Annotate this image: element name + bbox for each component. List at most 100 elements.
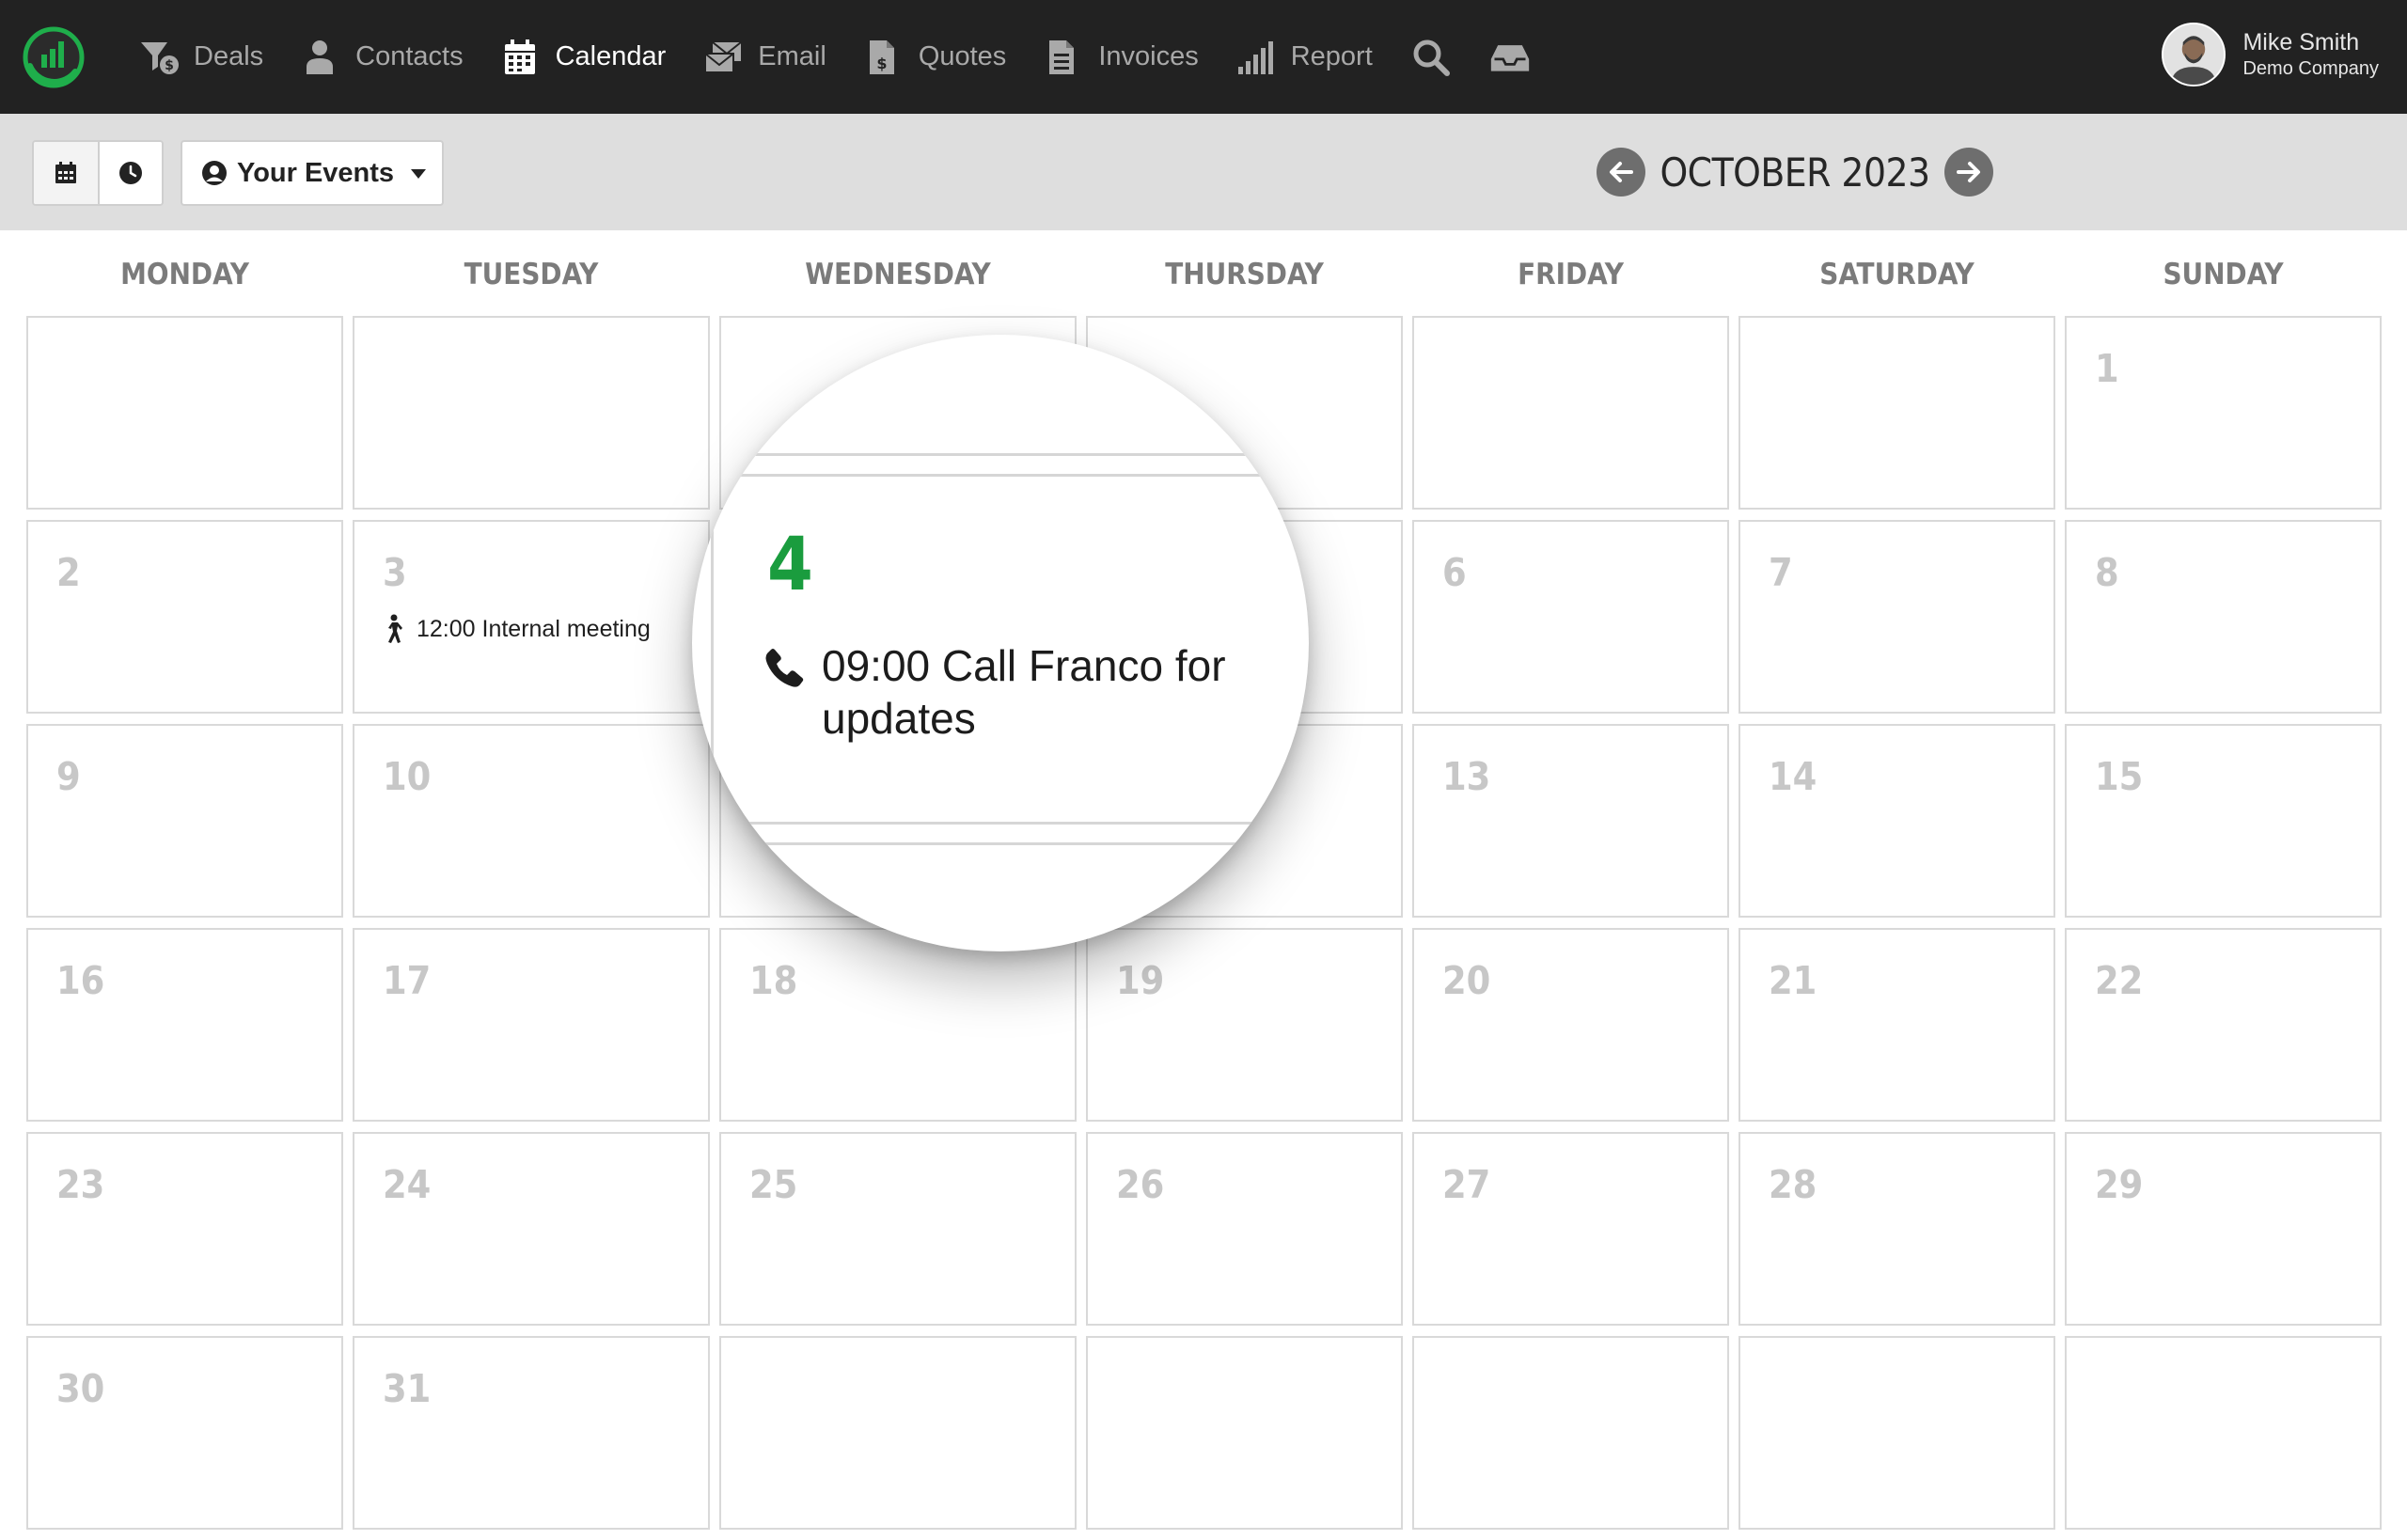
events-filter-dropdown[interactable]: Your Events <box>181 140 444 206</box>
nav-item-report[interactable]: Report <box>1236 39 1373 76</box>
calendar-day-cell[interactable]: 31 <box>353 1336 710 1530</box>
nav-item-invoices[interactable]: Invoices <box>1044 39 1199 76</box>
previous-month-button[interactable] <box>1597 148 1645 196</box>
calendar-day-cell[interactable]: 26 <box>1086 1132 1403 1326</box>
calendar-day-cell[interactable]: 1 <box>2065 316 2382 510</box>
day-number: 2 <box>56 550 81 595</box>
month-title: OCTOBER 2023 <box>1660 149 1930 196</box>
nav-item-contacts[interactable]: Contacts <box>301 39 464 76</box>
main-nav: $ Deals Contacts Calendar Email $ Quotes… <box>139 0 1568 114</box>
inbox-tray-icon <box>1490 44 1529 71</box>
calendar-day-cell[interactable]: 30 <box>26 1336 343 1530</box>
nav-item-quotes[interactable]: $ Quotes <box>864 39 1007 76</box>
nav-item-deals[interactable]: $ Deals <box>139 39 263 76</box>
deals-funnel-icon: $ <box>141 41 179 74</box>
weekday-header: FRIDAY <box>1518 258 1624 291</box>
calendar-day-cell[interactable]: 21 <box>1738 928 2055 1122</box>
calendar-day-cell[interactable] <box>1412 316 1729 510</box>
nav-inbox-button[interactable] <box>1489 37 1531 78</box>
calendar-icon <box>504 39 535 74</box>
user-company: Demo Company <box>2242 58 2379 79</box>
app-logo-icon[interactable] <box>21 24 87 90</box>
calendar-day-cell[interactable]: 6 <box>1412 520 1729 714</box>
day-number: 28 <box>1769 1162 1817 1207</box>
next-month-button[interactable] <box>1944 148 1993 196</box>
calendar-day-cell[interactable]: 10 <box>353 724 710 918</box>
cell-border <box>692 474 1309 477</box>
events-filter-label: Your Events <box>237 157 395 188</box>
search-icon <box>1413 39 1450 76</box>
calendar-day-cell[interactable]: 19 <box>1086 928 1403 1122</box>
calendar-day-cell[interactable]: 7 <box>1738 520 2055 714</box>
bar-chart-icon <box>1237 40 1273 74</box>
calendar-day-cell[interactable] <box>1412 1336 1729 1530</box>
calendar-day-cell[interactable] <box>26 316 343 510</box>
svg-text:$: $ <box>165 58 174 73</box>
calendar-day-cell[interactable]: 17 <box>353 928 710 1122</box>
calendar-day-cell[interactable]: 15 <box>2065 724 2382 918</box>
day-number: 15 <box>2095 754 2144 799</box>
day-number: 1 <box>2095 346 2119 391</box>
calendar-day-cell[interactable] <box>1738 1336 2055 1530</box>
calendar-day-cell[interactable]: 9 <box>26 724 343 918</box>
nav-label: Invoices <box>1098 41 1199 71</box>
cell-border <box>692 842 1309 845</box>
calendar-day-cell[interactable] <box>1086 1336 1403 1530</box>
weekday-header: SUNDAY <box>2163 258 2284 291</box>
day-number: 20 <box>1442 958 1491 1003</box>
day-number: 24 <box>383 1162 432 1207</box>
day-number: 7 <box>1769 550 1793 595</box>
user-menu[interactable]: Mike Smith Demo Company <box>2162 23 2379 86</box>
nav-label: Email <box>758 41 826 71</box>
day-number: 8 <box>2095 550 2119 595</box>
calendar-day-cell[interactable] <box>1738 316 2055 510</box>
calendar-day-cell[interactable]: 16 <box>26 928 343 1122</box>
calendar-day-cell[interactable]: 27 <box>1412 1132 1729 1326</box>
nav-label: Report <box>1290 41 1373 71</box>
nav-item-email[interactable]: Email <box>703 39 826 76</box>
nav-search-button[interactable] <box>1410 37 1452 78</box>
magnified-event-text: 09:00 Call Franco for updates <box>822 641 1226 743</box>
time-view-button[interactable] <box>98 142 162 204</box>
calendar-day-cell[interactable]: 13 <box>1412 724 1729 918</box>
calendar-day-cell[interactable]: 14 <box>1738 724 2055 918</box>
calendar-day-cell[interactable]: 25 <box>719 1132 1077 1326</box>
day-number: 13 <box>1442 754 1491 799</box>
day-number: 30 <box>56 1366 105 1411</box>
day-number: 16 <box>56 958 105 1003</box>
day-number: 31 <box>383 1366 432 1411</box>
nav-label: Quotes <box>918 41 1007 71</box>
walking-person-icon <box>388 614 402 643</box>
calendar-day-cell[interactable]: 20 <box>1412 928 1729 1122</box>
day-number: 21 <box>1769 958 1817 1003</box>
cell-border <box>692 822 1309 825</box>
nav-item-calendar[interactable]: Calendar <box>501 39 666 76</box>
day-number: 22 <box>2095 958 2144 1003</box>
day-number: 10 <box>383 754 432 799</box>
calendar-day-cell[interactable]: 28 <box>1738 1132 2055 1326</box>
calendar-day-cell[interactable]: 23 <box>26 1132 343 1326</box>
calendar-toolbar: Your Events OCTOBER 2023 <box>0 114 2407 230</box>
day-number: 14 <box>1769 754 1817 799</box>
month-navigation: OCTOBER 2023 <box>1597 146 1993 198</box>
email-icon <box>704 40 742 73</box>
user-name: Mike Smith <box>2242 29 2360 55</box>
calendar-day-cell[interactable] <box>353 316 710 510</box>
calendar-day-cell[interactable]: 8 <box>2065 520 2382 714</box>
avatar[interactable] <box>2162 23 2226 86</box>
month-view-button[interactable] <box>34 142 98 204</box>
calendar-day-cell[interactable]: 22 <box>2065 928 2382 1122</box>
calendar-day-cell[interactable] <box>719 1336 1077 1530</box>
day-number: 29 <box>2095 1162 2144 1207</box>
calendar-day-cell[interactable]: 18 <box>719 928 1077 1122</box>
caret-down-icon <box>411 169 426 179</box>
calendar-event[interactable]: 12:00 Internal meeting <box>381 614 651 644</box>
user-circle-icon <box>202 161 227 185</box>
day-number: 18 <box>749 958 798 1003</box>
calendar-day-cell[interactable]: 24 <box>353 1132 710 1326</box>
calendar-day-cell[interactable]: 29 <box>2065 1132 2382 1326</box>
magnified-event[interactable]: 09:00 Call Franco for updates <box>763 639 1273 745</box>
calendar-day-cell[interactable]: 3 12:00 Internal meeting <box>353 520 710 714</box>
calendar-day-cell[interactable] <box>2065 1336 2382 1530</box>
calendar-day-cell[interactable]: 2 <box>26 520 343 714</box>
